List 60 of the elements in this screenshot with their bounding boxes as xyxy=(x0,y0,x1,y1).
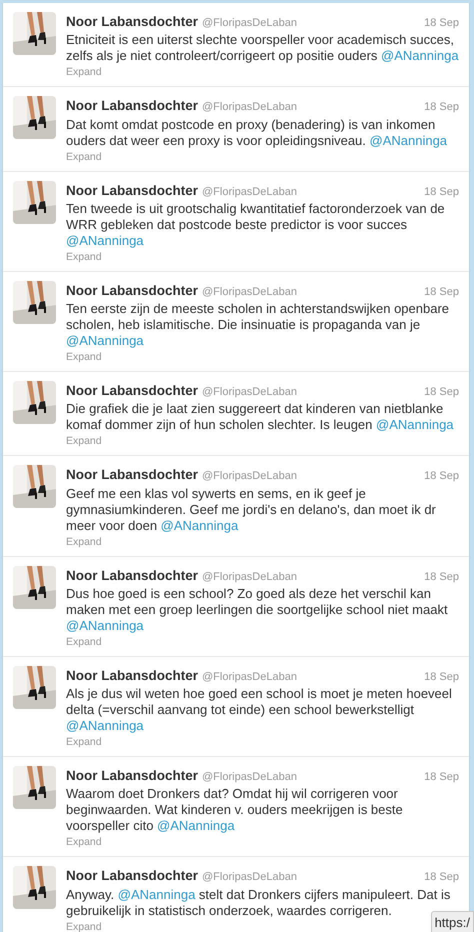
author-handle[interactable]: @FloripasDeLaban xyxy=(202,869,297,886)
tweet-text: Etniciteit is een uiterst slechte voorspeller voor academisch succes, zelfs als je niet controleert/corrigeert op positie ouders @ANanninga xyxy=(66,32,459,64)
expand-link[interactable]: Expand xyxy=(66,65,102,80)
tweet-text: Die grafiek die je laat zien suggereert dat kinderen van nietblanke komaf dommer zijn of hun scholen slechter. Is leugen @ANanninga xyxy=(66,401,455,434)
tweet-date[interactable]: 18 Sep xyxy=(424,99,459,116)
author-name[interactable]: Noor Labansdochter xyxy=(66,381,198,402)
author-name[interactable]: Noor Labansdochter xyxy=(66,566,198,586)
mention-link[interactable]: @ANanninga xyxy=(66,718,144,733)
expand-link[interactable]: Expand xyxy=(66,350,102,364)
author-name[interactable]: Noor Labansdochter xyxy=(66,280,198,301)
expand-link[interactable]: Expand xyxy=(66,434,102,448)
author-name[interactable]: Noor Labansdochter xyxy=(66,465,198,486)
author-handle[interactable]: @FloripasDeLaban xyxy=(202,184,297,200)
tweet-date[interactable]: 18 Sep xyxy=(424,284,459,300)
tweet-text: Als je dus wil weten hoe goed een school is moet je meten hoeveel delta (=verschil aanvang tot einde) een school bewerkstelligt @ANanninga xyxy=(66,686,453,734)
tweet-date[interactable]: 18 Sep xyxy=(424,468,459,485)
author-handle[interactable]: @FloripasDeLaban xyxy=(202,769,297,786)
mention-link[interactable]: @ANanninga xyxy=(66,618,144,633)
tweet-text: Waarom doet Dronkers dat? Omdat hij wil corrigeren voor beginwaarden. Wat kinderen v. ouders meekrijgen is beste voorspeller cito @ANanninga xyxy=(66,786,404,834)
tweet-text: Dus hoe goed is een school? Zo goed als deze het verschil kan maken met een groep leerlingen die soortgelijke school niet maakt @ANanninga xyxy=(66,586,449,634)
author-handle[interactable]: @FloripasDeLaban xyxy=(202,384,297,400)
mention-link[interactable]: @ANanninga xyxy=(66,333,144,348)
author-name[interactable]: Noor Labansdochter xyxy=(66,766,198,786)
mention-link[interactable]: @ANanninga xyxy=(381,48,459,64)
author-name[interactable]: Noor Labansdochter xyxy=(66,96,198,116)
mention-link[interactable]: @ANanninga xyxy=(118,886,196,902)
author-handle[interactable]: @FloripasDeLaban xyxy=(202,668,297,686)
expand-link[interactable]: Expand xyxy=(66,735,102,749)
author-name[interactable]: Noor Labansdochter xyxy=(66,666,198,686)
author-handle[interactable]: @FloripasDeLaban xyxy=(202,15,297,32)
mention-link[interactable]: @ANanninga xyxy=(157,818,235,834)
author-handle[interactable]: @FloripasDeLaban xyxy=(202,468,297,485)
expand-link[interactable]: Expand xyxy=(66,150,102,164)
author-name[interactable]: Noor Labansdochter xyxy=(66,866,198,886)
author-handle[interactable]: @FloripasDeLaban xyxy=(202,568,297,585)
tweet-text: Geef me een klas vol sywerts en sems, en ik geef je gymnasiumkinderen. Geef me jordi's en delano's, dan moet ik dr meer voor doen @ANanninga xyxy=(66,486,437,534)
expand-link[interactable]: Expand xyxy=(66,920,102,932)
tweet-date[interactable]: 18 Sep xyxy=(424,869,459,886)
tweet-date[interactable]: 18 Sep xyxy=(424,384,459,400)
tweet-date[interactable]: 18 Sep xyxy=(424,15,459,32)
tweet-text: Dat komt omdat postcode en proxy (benadering) is van inkomen ouders dat weer een proxy is voor opleidingsniveau. @ANanninga xyxy=(66,116,448,148)
tweet-date[interactable]: 18 Sep xyxy=(424,184,459,200)
expand-link[interactable]: Expand xyxy=(66,534,102,548)
expand-link[interactable]: Expand xyxy=(66,835,102,850)
author-handle[interactable]: @FloripasDeLaban xyxy=(202,284,297,300)
mention-link[interactable]: @ANanninga xyxy=(376,417,454,432)
author-handle[interactable]: @FloripasDeLaban xyxy=(202,99,297,116)
status-url-tooltip: https:/ xyxy=(430,911,474,932)
mention-link[interactable]: @ANanninga xyxy=(66,232,144,248)
tweet-date[interactable]: 18 Sep xyxy=(424,568,459,585)
author-name[interactable]: Noor Labansdochter xyxy=(66,180,198,201)
mention-link[interactable]: @ANanninga xyxy=(160,518,238,532)
mention-link[interactable]: @ANanninga xyxy=(370,132,448,148)
tweet-date[interactable]: 18 Sep xyxy=(424,668,459,686)
expand-link[interactable]: Expand xyxy=(66,250,102,264)
author-name[interactable]: Noor Labansdochter xyxy=(66,12,198,32)
expand-link[interactable]: Expand xyxy=(66,634,102,649)
tweet-text: Ten tweede is uit grootschalig kwantitatief factoronderzoek van de WRR gebleken dat postcode beste predictor is voor succes @ANanninga xyxy=(66,200,446,249)
tweet-text: Ten eerste zijn de meeste scholen in achterstandswijken openbare scholen, heb islamitische. Die insinuatie is propaganda van je @ANanninga xyxy=(66,301,450,349)
tweet-date[interactable]: 18 Sep xyxy=(424,769,459,786)
